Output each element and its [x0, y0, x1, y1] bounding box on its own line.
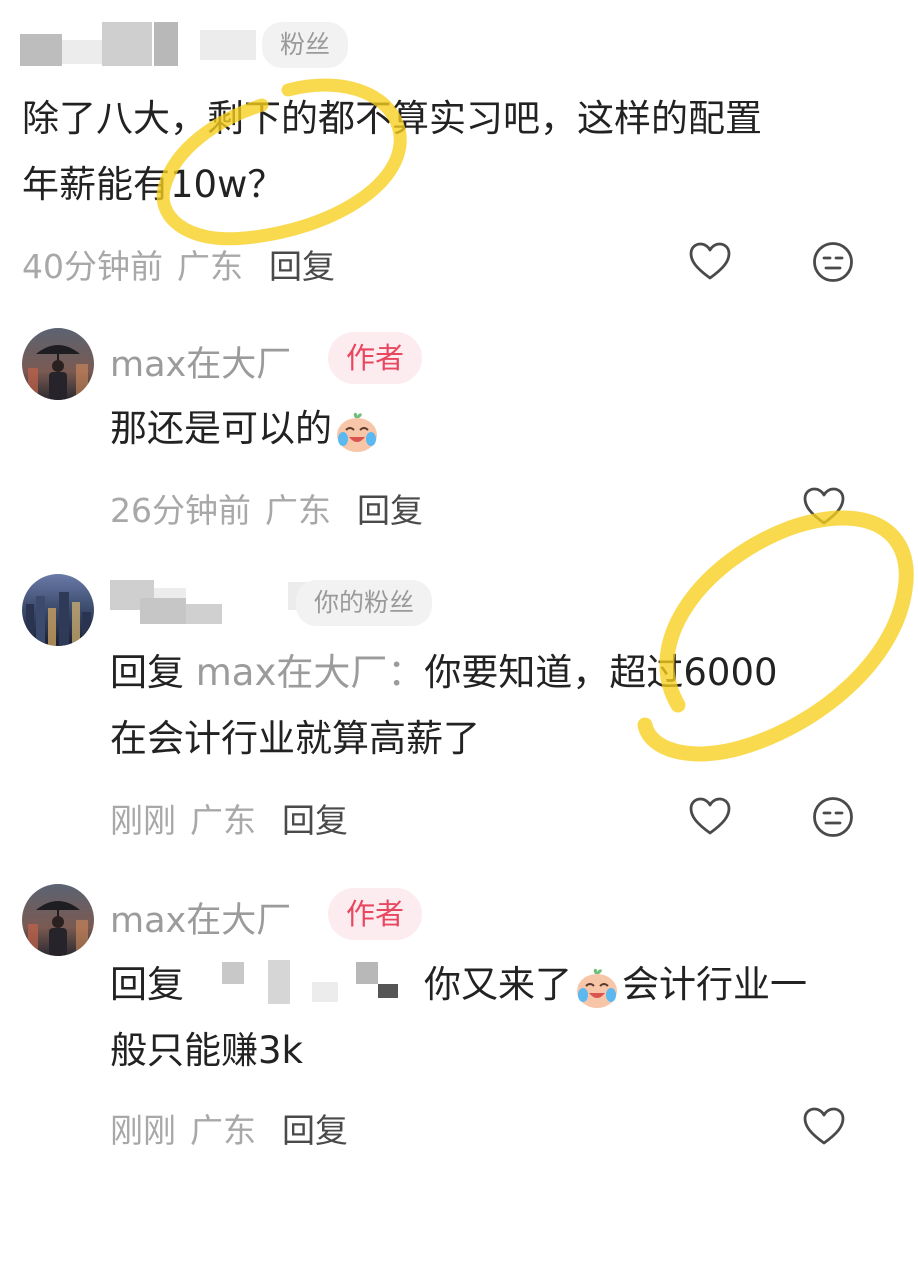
username[interactable]: max在大厂	[110, 336, 291, 387]
crying-laughing-emoji-icon	[334, 408, 380, 454]
reply-button[interactable]: 回复	[269, 247, 335, 286]
blurred-username	[154, 22, 178, 66]
reply-button[interactable]: 回复	[282, 801, 348, 840]
avatar[interactable]	[22, 574, 94, 646]
comment-location: 广东	[190, 1111, 256, 1150]
blurred-username	[186, 604, 222, 624]
comment-text: 会计行业一	[622, 963, 807, 1006]
blurred-username	[62, 40, 102, 64]
comment-text: 你要知道，超过6000	[424, 651, 778, 694]
comment-text-line: 回复 max在大厂：你要知道，超过6000	[110, 640, 778, 706]
crying-laughing-emoji-icon	[574, 964, 620, 1010]
avatar[interactable]	[22, 884, 94, 956]
comment-location: 广东	[190, 801, 256, 840]
author-badge: 作者	[328, 888, 423, 940]
blurred-username	[378, 984, 398, 998]
comment-text-line: 在会计行业就算高薪了	[110, 717, 480, 760]
blurred-username	[222, 962, 244, 984]
blurred-username	[102, 22, 152, 66]
comment-text-line: 年薪能有10w？	[22, 163, 285, 206]
comment-text: 那还是可以的	[110, 407, 332, 450]
comment-text-line: 回复	[110, 952, 184, 1018]
author-badge: 作者	[328, 332, 423, 384]
comment-location: 广东	[265, 491, 331, 530]
highlight-circle	[637, 510, 914, 762]
comment-text-line: 除了八大，剩下的都不算实习吧，这样的配置	[22, 97, 762, 140]
comment-meta: 刚刚 广东 回复	[110, 1104, 348, 1152]
blurred-username	[268, 960, 290, 1004]
comment-meta: 26分钟前 广东 回复	[110, 484, 423, 532]
fan-tag: 粉丝	[262, 22, 349, 68]
comment-location: 广东	[177, 247, 243, 286]
heart-icon[interactable]	[802, 1106, 846, 1146]
heart-icon[interactable]	[802, 486, 846, 526]
comment-time: 26分钟前	[110, 491, 251, 530]
comment-text-line: 般只能赚3k	[110, 1029, 303, 1072]
blurred-username	[312, 982, 338, 1002]
comment-text-line: 你又来了 会计行业一	[424, 952, 807, 1018]
blurred-username	[20, 34, 62, 66]
comment-time: 40分钟前	[22, 247, 163, 286]
comment-time: 刚刚	[110, 801, 176, 840]
blurred-username	[140, 598, 186, 624]
blurred-username	[356, 962, 378, 984]
meh-face-icon[interactable]	[811, 795, 855, 839]
reply-prefix: 回复	[110, 963, 184, 1006]
reply-prefix: 回复	[110, 651, 184, 694]
comment-text-line: 那还是可以的	[110, 396, 382, 462]
blurred-username	[200, 30, 256, 60]
comment-meta: 刚刚 广东 回复	[110, 794, 348, 842]
heart-icon[interactable]	[688, 241, 732, 281]
reply-button[interactable]: 回复	[282, 1111, 348, 1150]
heart-icon[interactable]	[688, 796, 732, 836]
comment-text: 你又来了	[424, 963, 572, 1006]
username[interactable]: max在大厂	[110, 892, 291, 943]
reply-to-user[interactable]: max在大厂：	[196, 651, 425, 694]
meh-face-icon[interactable]	[811, 240, 855, 284]
fan-tag: 你的粉丝	[296, 580, 433, 626]
comment-time: 刚刚	[110, 1111, 176, 1150]
reply-button[interactable]: 回复	[357, 491, 423, 530]
avatar[interactable]	[22, 328, 94, 400]
comment-meta: 40分钟前 广东 回复	[22, 240, 335, 288]
